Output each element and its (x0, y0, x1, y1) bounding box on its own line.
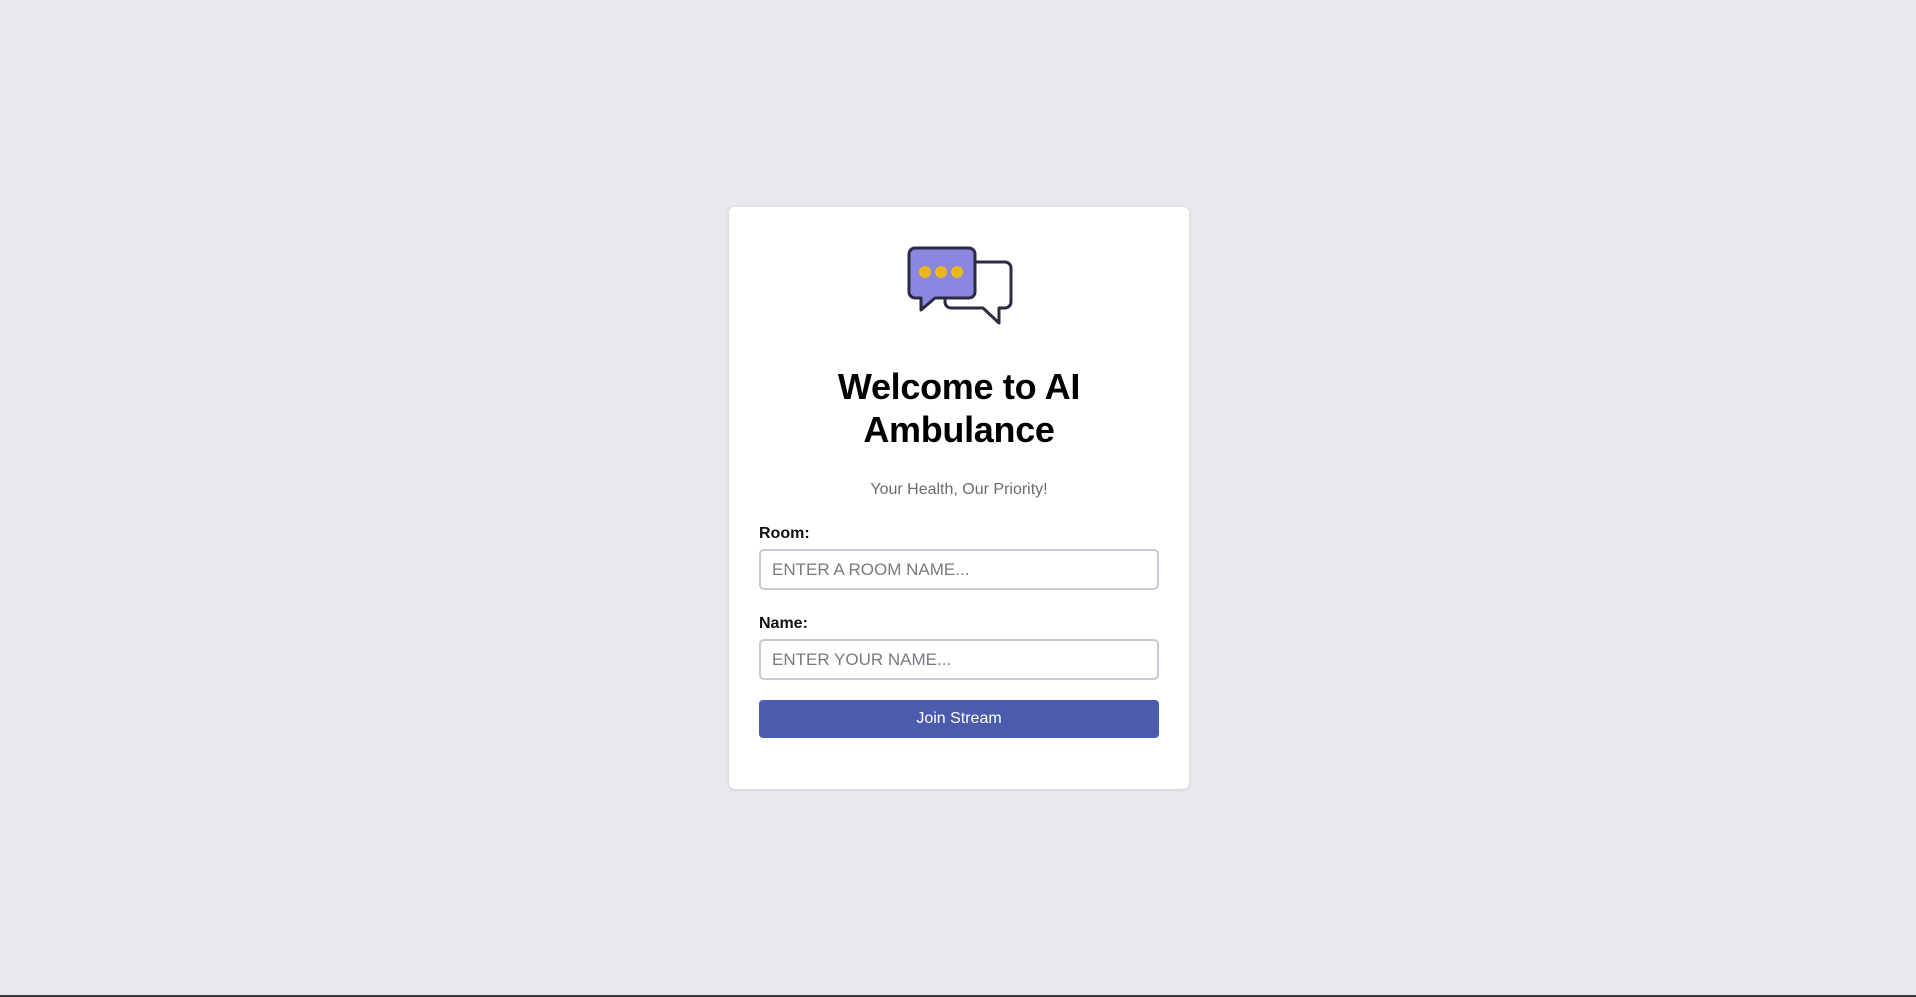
page-title-line-2: Ambulance (863, 409, 1055, 450)
page-title: Welcome to AI Ambulance (729, 365, 1189, 451)
name-input[interactable] (759, 639, 1159, 680)
page-title-line-1: Welcome to AI (837, 366, 1081, 407)
login-card: Welcome to AI Ambulance Your Health, Our… (729, 207, 1189, 789)
join-stream-button[interactable]: Join Stream (759, 700, 1159, 738)
chat-bubbles-icon (907, 246, 1013, 325)
name-label: Name: (759, 615, 808, 632)
room-label: Room: (759, 525, 810, 542)
tagline: Your Health, Our Priority! (870, 481, 1048, 498)
room-input[interactable] (759, 549, 1159, 590)
